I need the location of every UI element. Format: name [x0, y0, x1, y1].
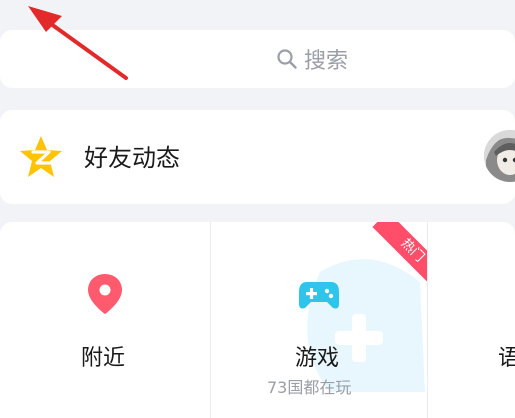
grid-item-label: 游戏	[295, 346, 340, 371]
grid-item-subtitle: 73国都在玩	[267, 378, 352, 397]
feature-grid: 附近 游戏 73国都在玩 热门 语	[0, 222, 515, 418]
qzone-star-icon	[20, 136, 62, 177]
location-pin-icon	[88, 274, 122, 314]
grid-item-label: 语	[498, 346, 515, 371]
search-icon	[277, 49, 297, 69]
search-field[interactable]: 搜索	[276, 44, 348, 74]
friend-feed-row[interactable]: 好友动态	[0, 110, 515, 204]
grid-item-voice[interactable]: 语	[428, 222, 515, 418]
hot-badge-label: 热门	[372, 222, 427, 288]
hot-badge: 热门	[361, 222, 427, 288]
search-placeholder: 搜索	[304, 49, 349, 74]
avatar[interactable]	[484, 130, 515, 182]
search-bar[interactable]: 搜索	[0, 30, 515, 88]
friend-feed-label: 好友动态	[84, 144, 180, 172]
grid-item-nearby[interactable]: 附近	[0, 222, 210, 418]
avatar-image	[484, 130, 515, 182]
grid-item-game[interactable]: 游戏 73国都在玩 热门	[211, 222, 427, 418]
grid-item-label: 附近	[81, 346, 126, 371]
gamepad-icon	[299, 282, 339, 309]
